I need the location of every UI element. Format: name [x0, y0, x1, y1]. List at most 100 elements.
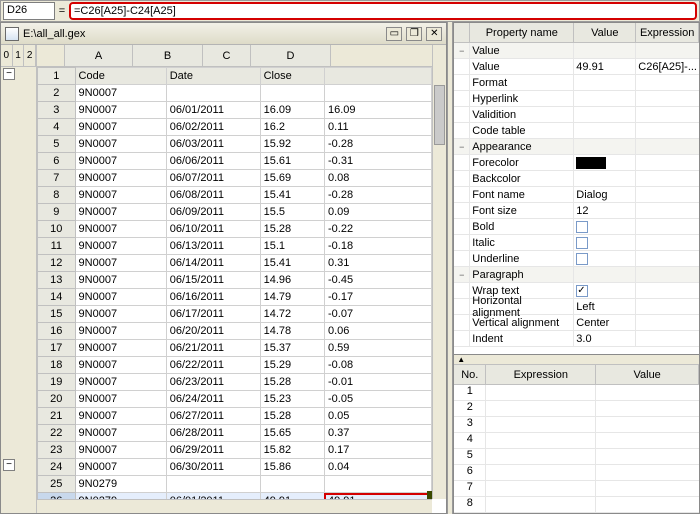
cell[interactable]: 9N0007 — [75, 391, 166, 408]
property-row[interactable]: Bold — [454, 219, 699, 235]
property-value[interactable] — [574, 235, 636, 250]
cell[interactable]: 9N0007 — [75, 204, 166, 221]
property-expression[interactable] — [636, 43, 699, 58]
cell[interactable]: 9N0007 — [75, 408, 166, 425]
row-number[interactable]: 21 — [38, 408, 76, 425]
cell[interactable]: 9N0007 — [75, 306, 166, 323]
cell[interactable]: 15.41 — [260, 255, 324, 272]
property-value[interactable] — [574, 43, 636, 58]
cell[interactable]: 15.28 — [260, 221, 324, 238]
expr-value[interactable] — [596, 417, 699, 432]
cell[interactable]: 9N0007 — [75, 459, 166, 476]
cell[interactable]: 9N0007 — [75, 136, 166, 153]
row-number[interactable]: 6 — [38, 153, 76, 170]
expr-value[interactable] — [596, 449, 699, 464]
col-header-c[interactable]: C — [203, 45, 251, 66]
property-value[interactable] — [574, 155, 636, 170]
cell[interactable]: 06/09/2011 — [166, 204, 260, 221]
cell[interactable]: Date — [166, 68, 260, 85]
row-number[interactable]: 11 — [38, 238, 76, 255]
property-value[interactable]: Center — [574, 315, 636, 330]
row-number[interactable]: 24 — [38, 459, 76, 476]
cell[interactable]: 9N0007 — [75, 102, 166, 119]
minimize-button[interactable]: ▭ — [386, 27, 402, 41]
expression-row[interactable]: 6 — [454, 465, 699, 481]
cell[interactable]: 06/23/2011 — [166, 374, 260, 391]
vertical-scrollbar[interactable] — [432, 45, 446, 499]
cell[interactable]: 9N0007 — [75, 119, 166, 136]
cell[interactable]: 9N0007 — [75, 289, 166, 306]
property-row[interactable]: Format — [454, 75, 699, 91]
cell[interactable] — [324, 68, 431, 85]
property-row[interactable]: −Paragraph — [454, 267, 699, 283]
cell[interactable]: -0.45 — [324, 272, 431, 289]
row-number[interactable]: 22 — [38, 425, 76, 442]
property-row[interactable]: Italic — [454, 235, 699, 251]
cell[interactable]: 0.08 — [324, 170, 431, 187]
expr-value[interactable] — [596, 385, 699, 400]
formula-input[interactable]: =C26[A25]-C24[A25] — [69, 2, 697, 20]
property-expression[interactable] — [636, 251, 699, 266]
cell[interactable]: 9N0007 — [75, 323, 166, 340]
checkbox-icon[interactable] — [576, 221, 588, 233]
cell[interactable]: -0.17 — [324, 289, 431, 306]
property-expression[interactable] — [636, 219, 699, 234]
cell[interactable]: 0.06 — [324, 323, 431, 340]
expression-row[interactable]: 8 — [454, 497, 699, 513]
row-number[interactable]: 3 — [38, 102, 76, 119]
cell[interactable]: 0.59 — [324, 340, 431, 357]
property-row[interactable]: Font size12 — [454, 203, 699, 219]
expr-value[interactable] — [596, 481, 699, 496]
row-number[interactable]: 15 — [38, 306, 76, 323]
property-row[interactable]: Horizontal alignmentLeft — [454, 299, 699, 315]
cell[interactable]: 9N0279 — [75, 476, 166, 493]
cell[interactable] — [324, 476, 431, 493]
checkbox-icon[interactable] — [576, 253, 588, 265]
cell[interactable]: 9N0007 — [75, 153, 166, 170]
propvalue-header[interactable]: Value — [574, 23, 636, 42]
outline-collapse-1[interactable]: − — [3, 68, 15, 80]
checkbox-icon[interactable] — [576, 237, 588, 249]
expr-value-header[interactable]: Value — [596, 365, 699, 384]
expr-expression[interactable] — [486, 465, 596, 480]
property-expression[interactable] — [636, 155, 699, 170]
cell[interactable]: 06/02/2011 — [166, 119, 260, 136]
cell[interactable]: 9N0007 — [75, 255, 166, 272]
cell[interactable]: 16.09 — [260, 102, 324, 119]
cell[interactable]: 15.28 — [260, 374, 324, 391]
expr-expression[interactable] — [486, 417, 596, 432]
cell[interactable]: 06/30/2011 — [166, 459, 260, 476]
cell[interactable]: -0.31 — [324, 153, 431, 170]
cell[interactable]: 9N0007 — [75, 187, 166, 204]
cell[interactable]: 0.37 — [324, 425, 431, 442]
row-number[interactable]: 14 — [38, 289, 76, 306]
property-expression[interactable] — [636, 315, 699, 330]
color-swatch[interactable] — [576, 157, 606, 169]
cell[interactable]: 14.96 — [260, 272, 324, 289]
cell[interactable]: 06/10/2011 — [166, 221, 260, 238]
cell[interactable]: 0.09 — [324, 204, 431, 221]
col-header-a[interactable]: A — [65, 45, 133, 66]
expression-row[interactable]: 3 — [454, 417, 699, 433]
cell[interactable]: 06/27/2011 — [166, 408, 260, 425]
outline-level-1[interactable]: 1 — [13, 45, 25, 66]
cell[interactable]: 15.69 — [260, 170, 324, 187]
row-number[interactable]: 7 — [38, 170, 76, 187]
cell[interactable]: 9N0007 — [75, 272, 166, 289]
property-expression[interactable] — [636, 331, 699, 346]
property-expression[interactable] — [636, 75, 699, 90]
expr-no-header[interactable]: No. — [454, 365, 486, 384]
expression-row[interactable]: 7 — [454, 481, 699, 497]
cell[interactable]: 0.11 — [324, 119, 431, 136]
property-expression[interactable] — [636, 203, 699, 218]
expr-expression[interactable] — [486, 449, 596, 464]
cell[interactable]: -0.05 — [324, 391, 431, 408]
cell[interactable]: 15.82 — [260, 442, 324, 459]
cell[interactable]: 15.28 — [260, 408, 324, 425]
cell[interactable]: 06/22/2011 — [166, 357, 260, 374]
maximize-button[interactable]: ❐ — [406, 27, 422, 41]
cell[interactable]: 06/08/2011 — [166, 187, 260, 204]
corner-cell[interactable] — [37, 45, 65, 66]
cell[interactable]: -0.22 — [324, 221, 431, 238]
cell[interactable]: 14.79 — [260, 289, 324, 306]
